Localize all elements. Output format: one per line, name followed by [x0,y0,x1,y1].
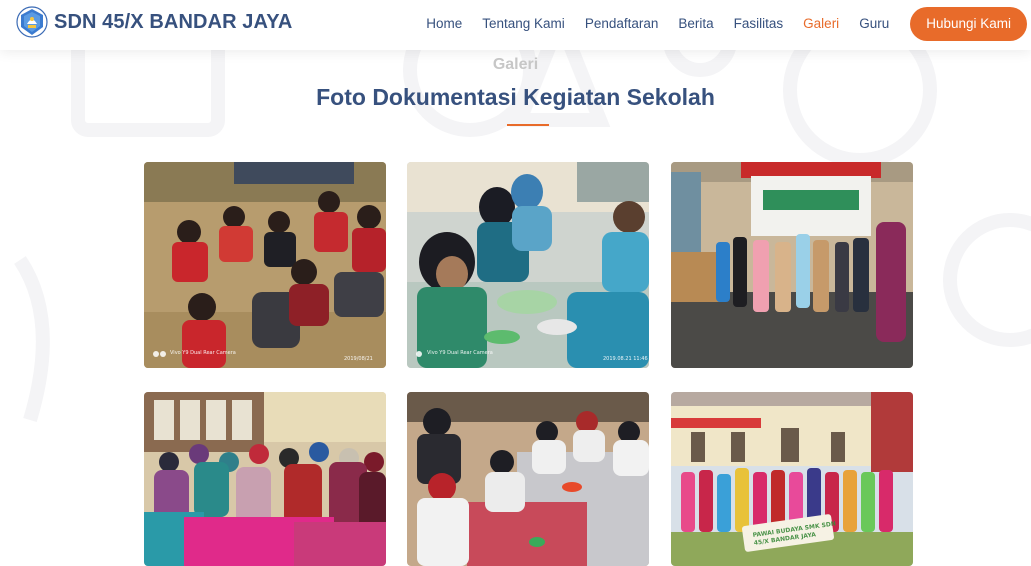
photo-gallery: Vivo Y9 Dual Rear Camera 2019/08/21 Vivo… [0,0,1031,566]
gallery-photo-students-eating[interactable] [407,392,649,566]
gallery-photo-mothers-eating[interactable]: Vivo Y9 Dual Rear Camera 2019.08.21 11:4… [407,162,649,368]
photo-image [407,392,649,566]
brand[interactable]: SDN 45/X BANDAR JAYA [16,6,292,38]
nav-guru[interactable]: Guru [859,7,889,41]
photo-stamp-left: Vivo Y9 Dual Rear Camera [427,350,493,356]
nav-tentang-kami[interactable]: Tentang Kami [482,7,565,41]
nav-fasilitas[interactable]: Fasilitas [734,7,784,41]
nav-home[interactable]: Home [426,7,462,41]
brand-name: SDN 45/X BANDAR JAYA [54,11,293,33]
photo-image [407,162,649,368]
site-header: SDN 45/X BANDAR JAYA Home Tentang Kami P… [0,0,1031,50]
nav-pendaftaran[interactable]: Pendaftaran [585,7,659,41]
nav-galeri[interactable]: Galeri [803,7,839,41]
nav-berita[interactable]: Berita [678,7,713,41]
photo-stamp-left: Vivo Y9 Dual Rear Camera [170,350,236,356]
main-nav: Home Tentang Kami Pendaftaran Berita Fas… [416,7,1027,41]
school-emblem-icon [16,6,48,38]
gallery-photo-costume-show[interactable] [671,162,913,368]
photo-image [144,392,386,566]
gallery-photo-parents-classroom[interactable] [144,392,386,566]
photo-image [671,162,913,368]
contact-button[interactable]: Hubungi Kami [910,7,1027,41]
photo-stamp-right: 2019/08/21 [344,356,373,362]
photo-image [144,162,386,368]
photo-stamp-right: 2019.08.21 11:46 [603,356,648,362]
gallery-photo-costume-group[interactable]: PAWAI BUDAYA SMK SDN 45/X BANDAR JAYA [671,392,913,566]
gallery-photo-students-on-grass[interactable]: Vivo Y9 Dual Rear Camera 2019/08/21 [144,162,386,368]
